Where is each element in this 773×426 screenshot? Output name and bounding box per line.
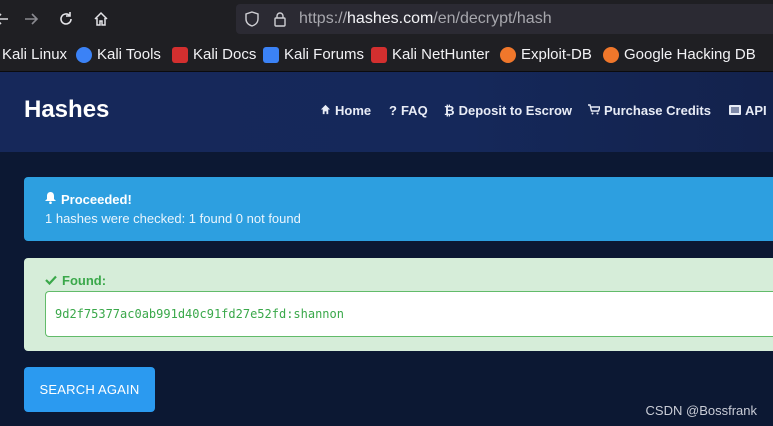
info-alert: Proceeded! 1 hashes were checked: 1 foun…	[24, 177, 773, 241]
bookmarks-bar: Kali Linux Kali Tools Kali Docs Kali For…	[0, 38, 773, 72]
bookmark-label: Kali Docs	[193, 46, 257, 63]
nav-purchase-credits[interactable]: Purchase Credits	[588, 103, 711, 118]
bookmark-label: Kali Tools	[97, 46, 161, 63]
url-prefix: https://	[299, 10, 348, 27]
bookmark-kali-docs[interactable]: Kali Docs	[172, 38, 257, 71]
kali-tools-icon	[76, 47, 92, 63]
url-bar[interactable]: https://hashes.com/en/decrypt/hash	[236, 4, 773, 34]
bookmark-label: Google Hacking DB	[624, 46, 756, 63]
browser-toolbar: https://hashes.com/en/decrypt/hash	[0, 0, 773, 38]
bookmark-label: Kali NetHunter	[392, 46, 490, 63]
nav-faq[interactable]: ? FAQ	[389, 103, 428, 118]
exploit-db-icon	[500, 47, 516, 63]
main-content: Proceeded! 1 hashes were checked: 1 foun…	[0, 152, 773, 426]
nav-label: FAQ	[400, 103, 428, 118]
bookmark-kali-nethunter[interactable]: Kali NetHunter	[371, 38, 490, 71]
bookmark-exploit-db[interactable]: Exploit-DB	[500, 38, 592, 71]
api-icon	[729, 103, 741, 118]
bookmark-kali-tools[interactable]: Kali Tools	[76, 38, 161, 71]
check-icon	[45, 273, 57, 288]
nav-label: Purchase Credits	[604, 103, 711, 118]
nav-label: Home	[335, 103, 372, 118]
shield-icon[interactable]	[244, 11, 260, 32]
info-title-text: Proceeded!	[61, 192, 132, 207]
site-header: Hashes Home ? FAQ ₿ Deposit to Escrow Pu…	[0, 72, 773, 152]
url-text[interactable]: https://hashes.com/en/decrypt/hash	[299, 4, 552, 34]
back-icon[interactable]	[0, 9, 12, 29]
found-title-text: Found:	[62, 273, 107, 288]
bookmark-kali-forums[interactable]: Kali Forums	[263, 38, 365, 71]
watermark: CSDN @Bossfrank	[645, 403, 757, 418]
found-alert: Found: 9d2f75377ac0ab991d40c91fd27e52fd:…	[24, 258, 773, 351]
search-again-button[interactable]: SEARCH AGAIN	[24, 367, 155, 412]
bookmark-label: Kali Forums	[284, 46, 365, 63]
site-brand[interactable]: Hashes	[24, 96, 109, 124]
cart-icon	[588, 103, 602, 118]
found-result-field[interactable]: 9d2f75377ac0ab991d40c91fd27e52fd:shannon	[45, 291, 773, 337]
nav-label: API	[745, 103, 767, 118]
kali-docs-icon	[172, 47, 188, 63]
bookmark-ghdb[interactable]: Google Hacking DB	[603, 38, 756, 71]
bookmark-label: Exploit-DB	[521, 46, 592, 63]
reload-icon[interactable]	[56, 9, 76, 29]
forward-icon[interactable]	[21, 9, 41, 29]
nav-deposit[interactable]: ₿ Deposit to Escrow	[444, 103, 572, 118]
ghdb-icon	[603, 47, 619, 63]
home-icon	[320, 103, 331, 118]
found-title: Found:	[45, 273, 106, 288]
bell-icon	[45, 192, 56, 207]
bookmark-kali-linux[interactable]: Kali Linux	[2, 38, 68, 71]
nav-label: Deposit to Escrow	[458, 103, 573, 118]
kali-nethunter-icon	[371, 47, 387, 63]
question-icon: ?	[389, 103, 397, 118]
bookmark-label: Kali Linux	[2, 46, 68, 63]
bitcoin-icon: ₿	[444, 103, 455, 118]
lock-icon[interactable]	[272, 11, 288, 32]
url-host: hashes.com	[347, 10, 434, 27]
info-alert-message: 1 hashes were checked: 1 found 0 not fou…	[45, 211, 301, 226]
url-path: /en/decrypt/hash	[433, 10, 552, 27]
kali-forums-icon	[263, 47, 279, 63]
nav-api[interactable]: API	[729, 103, 767, 118]
info-alert-title: Proceeded!	[45, 192, 132, 207]
home-browser-icon[interactable]	[91, 9, 111, 29]
nav-home[interactable]: Home	[320, 103, 371, 118]
